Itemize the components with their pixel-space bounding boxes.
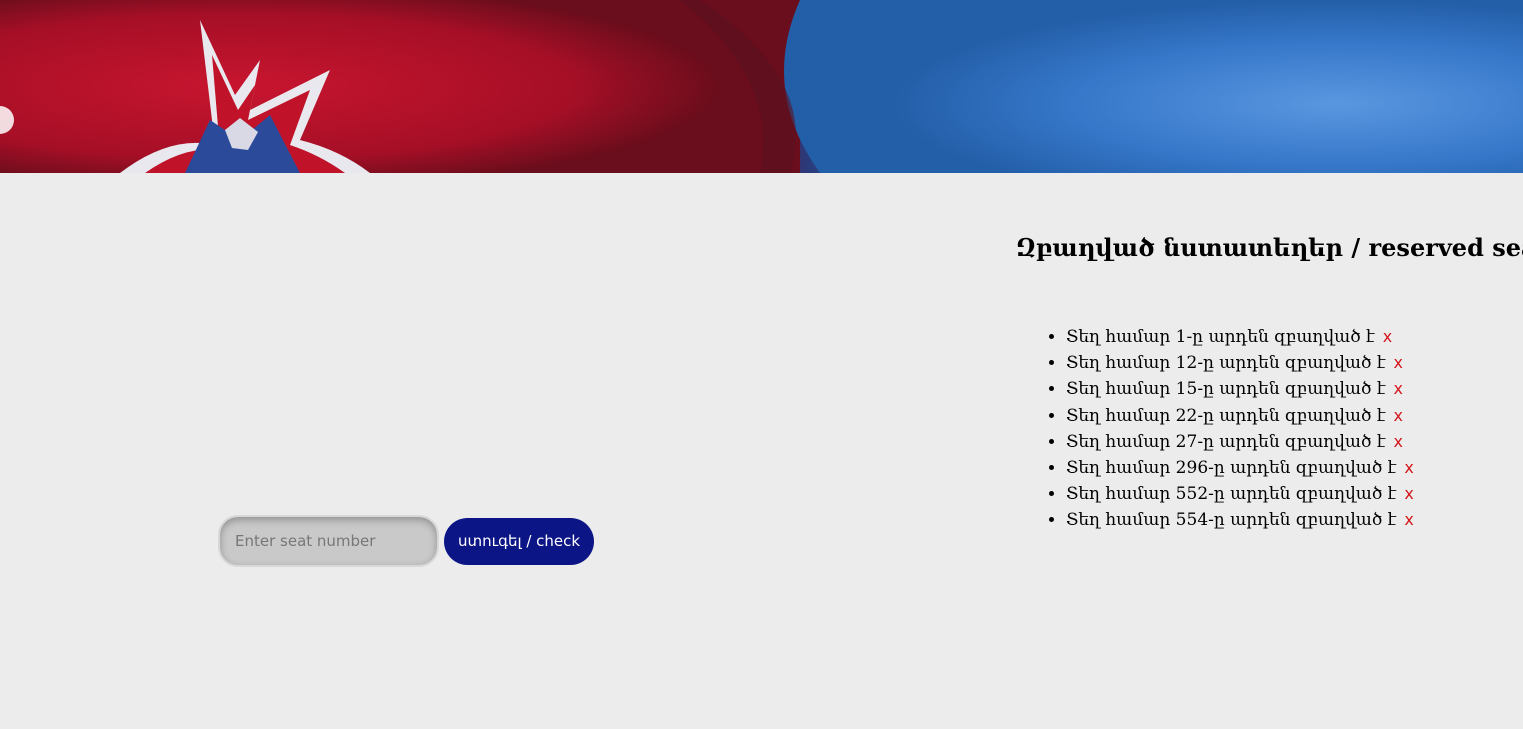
reserved-seat-text: Տեղ համար 12-ը արդեն զբաղված է [1066, 353, 1386, 374]
remove-seat-button[interactable]: x [1383, 327, 1392, 346]
remove-seat-button[interactable]: x [1394, 432, 1403, 451]
reserved-seats-title: Զբաղված նստատեղեր / reserved seat [1016, 233, 1523, 262]
reserved-seat-text: Տեղ համար 27-ը արդեն զբաղված է [1066, 431, 1386, 452]
list-item: Տեղ համար 27-ը արդեն զբաղված է x [1066, 429, 1523, 455]
seat-number-input[interactable] [218, 515, 439, 567]
reserved-seat-text: Տեղ համար 554-ը արդեն զբաղված է [1066, 510, 1397, 531]
reserved-seat-text: Տեղ համար 552-ը արդեն զբաղված է [1066, 484, 1397, 505]
reserved-seat-text: Տեղ համար 15-ը արդեն զբաղված է [1066, 379, 1386, 400]
list-item: Տեղ համար 552-ը արդեն զբաղված է x [1066, 481, 1523, 507]
remove-seat-button[interactable]: x [1404, 484, 1413, 503]
remove-seat-button[interactable]: x [1394, 406, 1403, 425]
remove-seat-button[interactable]: x [1404, 458, 1413, 477]
banner-image [0, 0, 1523, 173]
list-item: Տեղ համար 22-ը արդեն զբաղված է x [1066, 403, 1523, 429]
list-item: Տեղ համար 15-ը արդեն զբաղված է x [1066, 376, 1523, 402]
seat-check-form: ստուգել / check [218, 515, 595, 567]
reserved-seat-text: Տեղ համար 1-ը արդեն զբաղված է [1066, 327, 1375, 347]
list-item: Տեղ համար 554-ը արդեն զբաղված է x [1066, 507, 1523, 533]
check-button[interactable]: ստուգել / check [444, 517, 595, 565]
reserved-seat-text: Տեղ համար 22-ը արդեն զբաղված է [1066, 405, 1386, 426]
list-item: Տեղ համար 12-ը արդեն զբաղված է x [1066, 350, 1523, 376]
list-item: Տեղ համար 1-ը արդեն զբաղված է x [1066, 324, 1523, 350]
reserved-seats-panel: Զբաղված նստատեղեր / reserved seat Տեղ հա… [1016, 228, 1523, 534]
header-banner [0, 0, 1523, 173]
remove-seat-button[interactable]: x [1404, 510, 1413, 529]
reserved-seats-list: Տեղ համար 1-ը արդեն զբաղված է x Տեղ համար… [1016, 324, 1523, 534]
remove-seat-button[interactable]: x [1394, 379, 1403, 398]
remove-seat-button[interactable]: x [1394, 353, 1403, 372]
reserved-seat-text: Տեղ համար 296-ը արդեն զբաղված է [1066, 458, 1397, 479]
list-item: Տեղ համար 296-ը արդեն զբաղված է x [1066, 455, 1523, 481]
